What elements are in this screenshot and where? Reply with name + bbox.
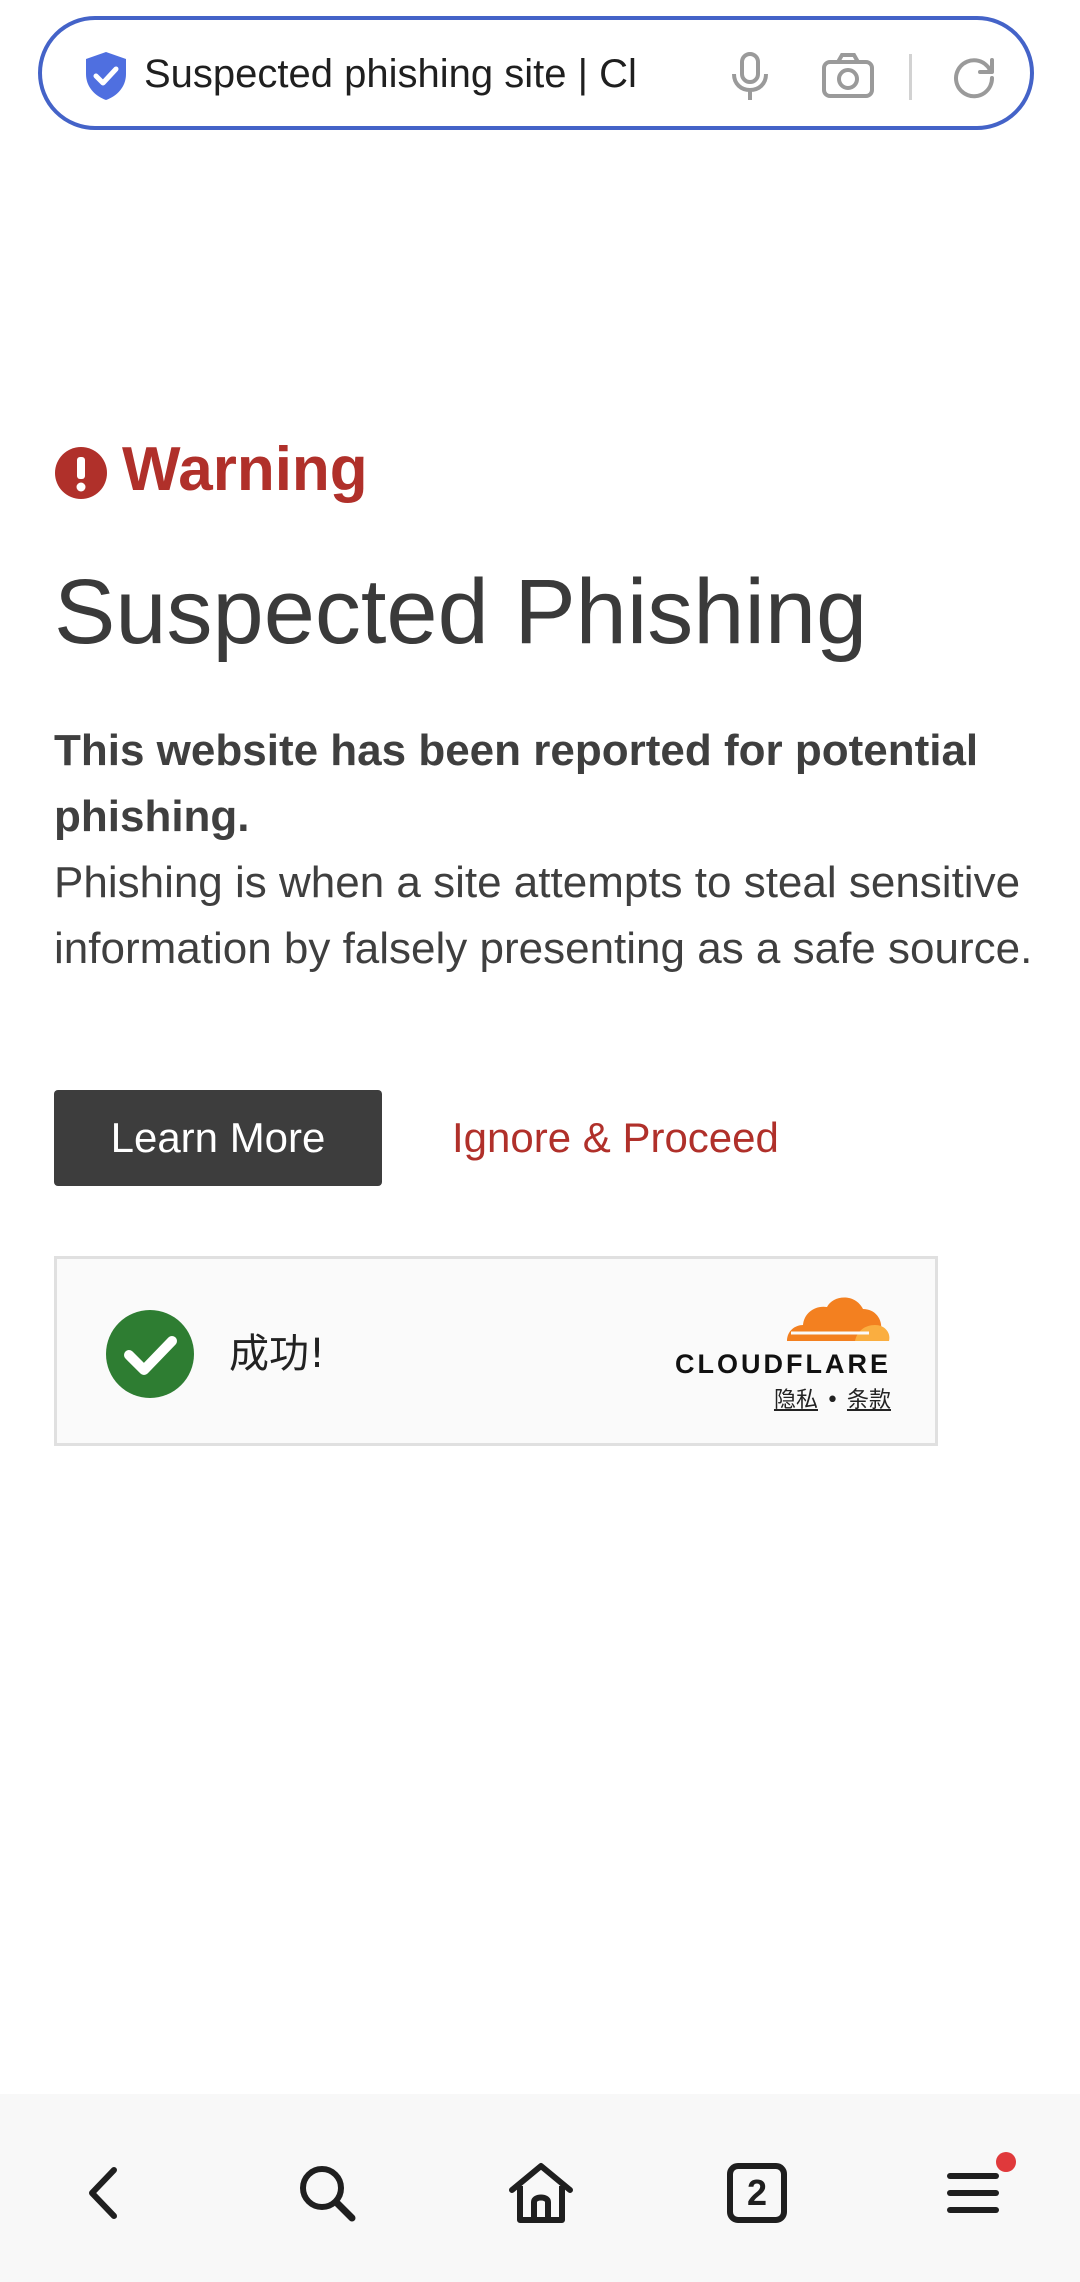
learn-more-button[interactable]: Learn More: [54, 1090, 382, 1186]
tabs-button[interactable]: 2: [722, 2158, 792, 2228]
shield-check-icon: [86, 52, 126, 100]
success-check-icon: [106, 1310, 194, 1398]
microphone-icon[interactable]: [722, 48, 778, 104]
back-icon[interactable]: [70, 2158, 140, 2228]
link-separator: •: [826, 1388, 839, 1413]
home-icon[interactable]: [506, 2158, 576, 2228]
cloudflare-brand: CLOUDFLARE: [675, 1349, 891, 1379]
search-icon[interactable]: [292, 2158, 362, 2228]
warning-label: Warning: [122, 435, 368, 504]
notification-dot: [996, 2152, 1016, 2172]
terms-link[interactable]: 条款: [847, 1388, 891, 1413]
exclamation-icon: [55, 447, 107, 499]
page-title: Suspected Phishing: [54, 561, 868, 663]
address-bar[interactable]: Suspected phishing site | Cl: [38, 16, 1034, 130]
cloudflare-links: 隐私 • 条款: [671, 1383, 891, 1419]
challenge-status: 成功!: [229, 1331, 326, 1377]
url-text[interactable]: Suspected phishing site | Cl: [144, 44, 724, 104]
cloudflare-challenge-widget: 成功! CLOUDFLARE 隐私 • 条款: [54, 1256, 938, 1446]
privacy-link[interactable]: 隐私: [774, 1388, 818, 1413]
warning-message: Phishing is when a site attempts to stea…: [54, 858, 1033, 973]
warning-message-bold: This website has been reported for poten…: [54, 726, 979, 841]
bottom-navigation-bar: 2: [0, 2094, 1080, 2282]
reload-icon[interactable]: [946, 48, 1002, 104]
ignore-proceed-link[interactable]: Ignore & Proceed: [452, 1090, 779, 1186]
tab-count: 2: [746, 2172, 768, 2213]
toolbar-divider: [909, 54, 912, 100]
cloudflare-logo-icon: [787, 1297, 890, 1341]
camera-icon[interactable]: [820, 48, 876, 104]
